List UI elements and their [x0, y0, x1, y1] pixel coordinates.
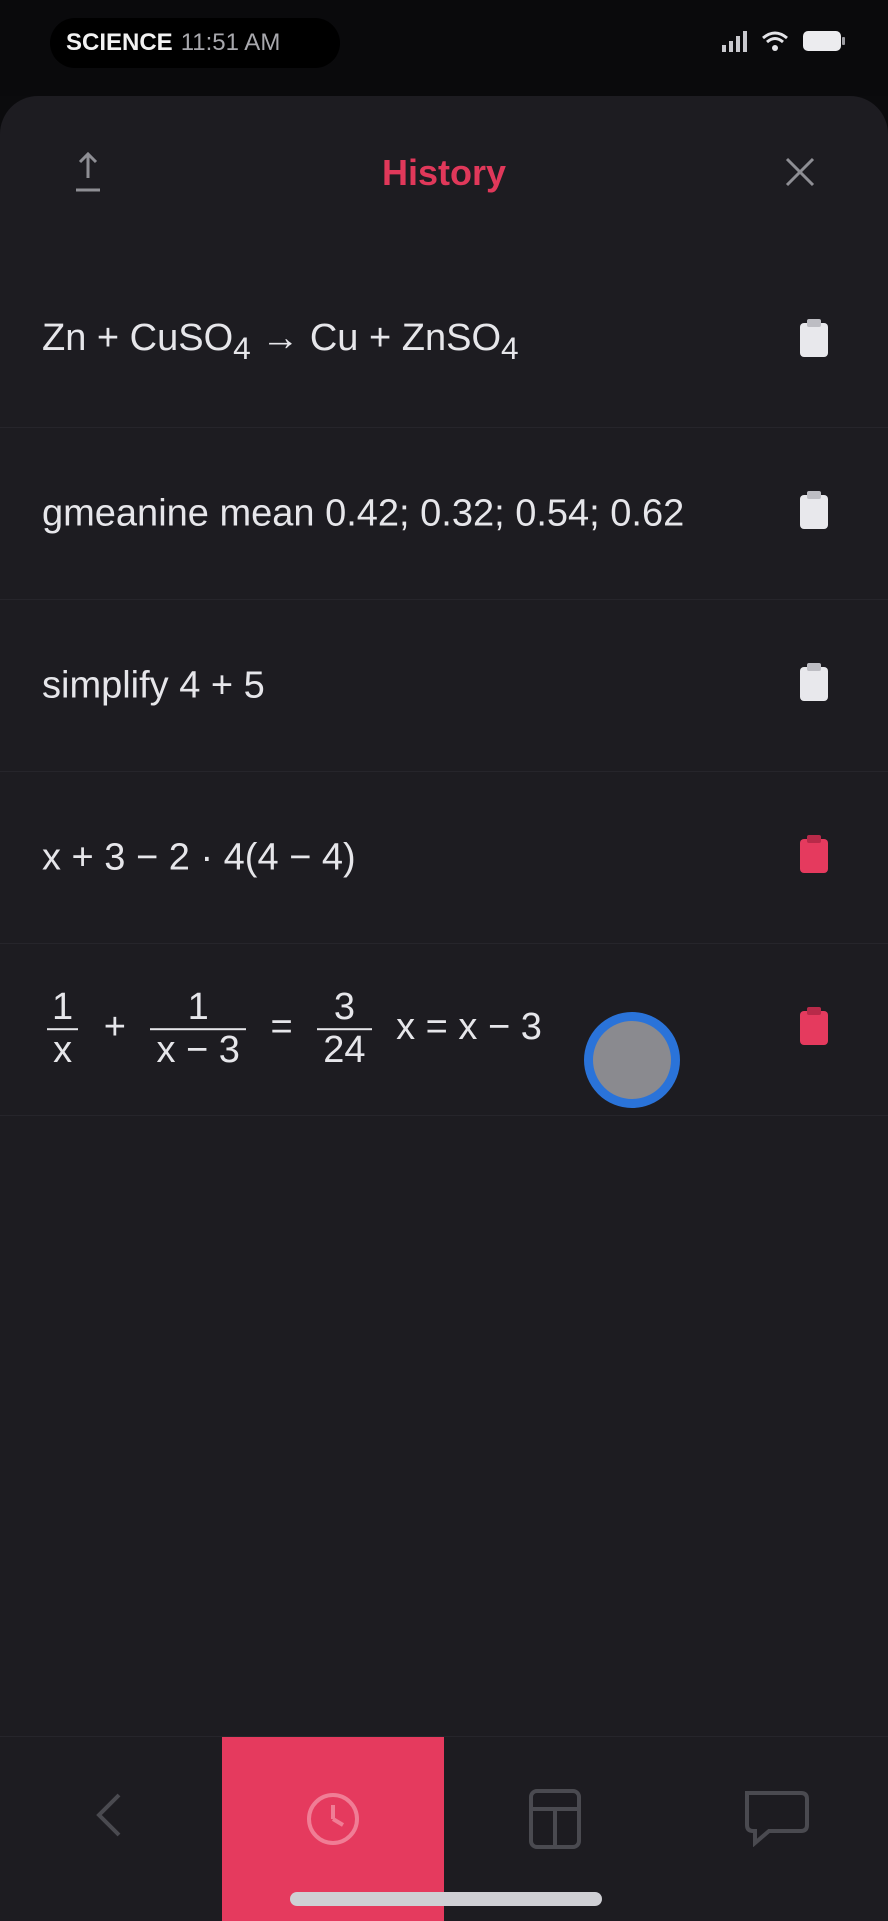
- copy-button[interactable]: [796, 663, 832, 708]
- close-icon: [783, 155, 817, 194]
- back-icon: [87, 1787, 135, 1848]
- expr-part: → Cu + ZnSO: [250, 316, 501, 359]
- copy-icon: [798, 663, 830, 708]
- fraction-denominator: x: [47, 1028, 79, 1073]
- history-header: History: [0, 96, 888, 256]
- fraction-numerator: 1: [52, 985, 74, 1028]
- delete-icon: [798, 835, 830, 880]
- fraction-denominator: x − 3: [150, 1028, 246, 1073]
- history-item[interactable]: 1 x + 1 x − 3 = 3 24 x = x − 3: [0, 944, 888, 1116]
- chat-icon: [741, 1787, 813, 1852]
- history-expression: Zn + CuSO4 → Cu + ZnSO4: [42, 317, 519, 367]
- fraction-denominator: 24: [317, 1028, 372, 1073]
- history-expression: gmeanine mean 0.42; 0.32; 0.54; 0.62: [42, 492, 685, 534]
- copy-button[interactable]: [796, 319, 832, 364]
- fraction-numerator: 1: [187, 985, 209, 1028]
- calculator-icon: [525, 1787, 585, 1856]
- history-item[interactable]: x + 3 − 2 · 4(4 − 4): [0, 772, 888, 944]
- operator: +: [103, 1006, 126, 1049]
- signal-icon: [722, 30, 748, 57]
- operator: =: [270, 1006, 293, 1049]
- expression-tail: x = x − 3: [396, 1006, 542, 1049]
- copy-icon: [798, 319, 830, 364]
- nav-chat[interactable]: [666, 1737, 888, 1921]
- history-expression: x + 3 − 2 · 4(4 − 4): [42, 836, 356, 878]
- expr-part: Zn + CuSO: [42, 316, 234, 359]
- history-item[interactable]: gmeanine mean 0.42; 0.32; 0.54; 0.62: [0, 428, 888, 600]
- history-list: Zn + CuSO4 → Cu + ZnSO4 gmeanine mean 0.…: [0, 256, 888, 1116]
- nav-back[interactable]: [0, 1737, 222, 1921]
- copy-button[interactable]: [796, 491, 832, 536]
- history-icon: [301, 1787, 365, 1856]
- expr-subscript: 4: [233, 329, 251, 366]
- touch-indicator: [584, 1012, 680, 1108]
- status-time: 11:51 AM: [180, 29, 281, 56]
- close-button[interactable]: [768, 142, 832, 206]
- status-app-pill[interactable]: SCIENCE 11:51 AM: [50, 18, 340, 68]
- history-expression: 1 x + 1 x − 3 = 3 24 x = x − 3: [42, 985, 552, 1073]
- history-expression: simplify 4 + 5: [42, 664, 265, 706]
- battery-icon: [802, 30, 846, 57]
- delete-button[interactable]: [796, 1007, 832, 1052]
- fraction-numerator: 3: [333, 985, 355, 1028]
- history-item[interactable]: Zn + CuSO4 → Cu + ZnSO4: [0, 256, 888, 428]
- copy-icon: [798, 491, 830, 536]
- delete-icon: [798, 1007, 830, 1052]
- status-bar: SCIENCE 11:51 AM: [0, 0, 888, 96]
- delete-button[interactable]: [796, 835, 832, 880]
- status-icons: [722, 30, 846, 57]
- status-app-name: SCIENCE: [66, 29, 173, 56]
- page-title: History: [381, 152, 507, 193]
- fraction: 1 x: [46, 985, 79, 1073]
- history-sheet: History Zn + CuSO4 → Cu + ZnSO4 gmeanine…: [0, 96, 888, 1736]
- wifi-icon: [762, 30, 788, 57]
- fraction: 1 x − 3: [150, 985, 246, 1073]
- expr-subscript: 4: [501, 329, 519, 366]
- home-indicator[interactable]: [290, 1892, 602, 1906]
- history-item[interactable]: simplify 4 + 5: [0, 600, 888, 772]
- fraction: 3 24: [317, 985, 372, 1073]
